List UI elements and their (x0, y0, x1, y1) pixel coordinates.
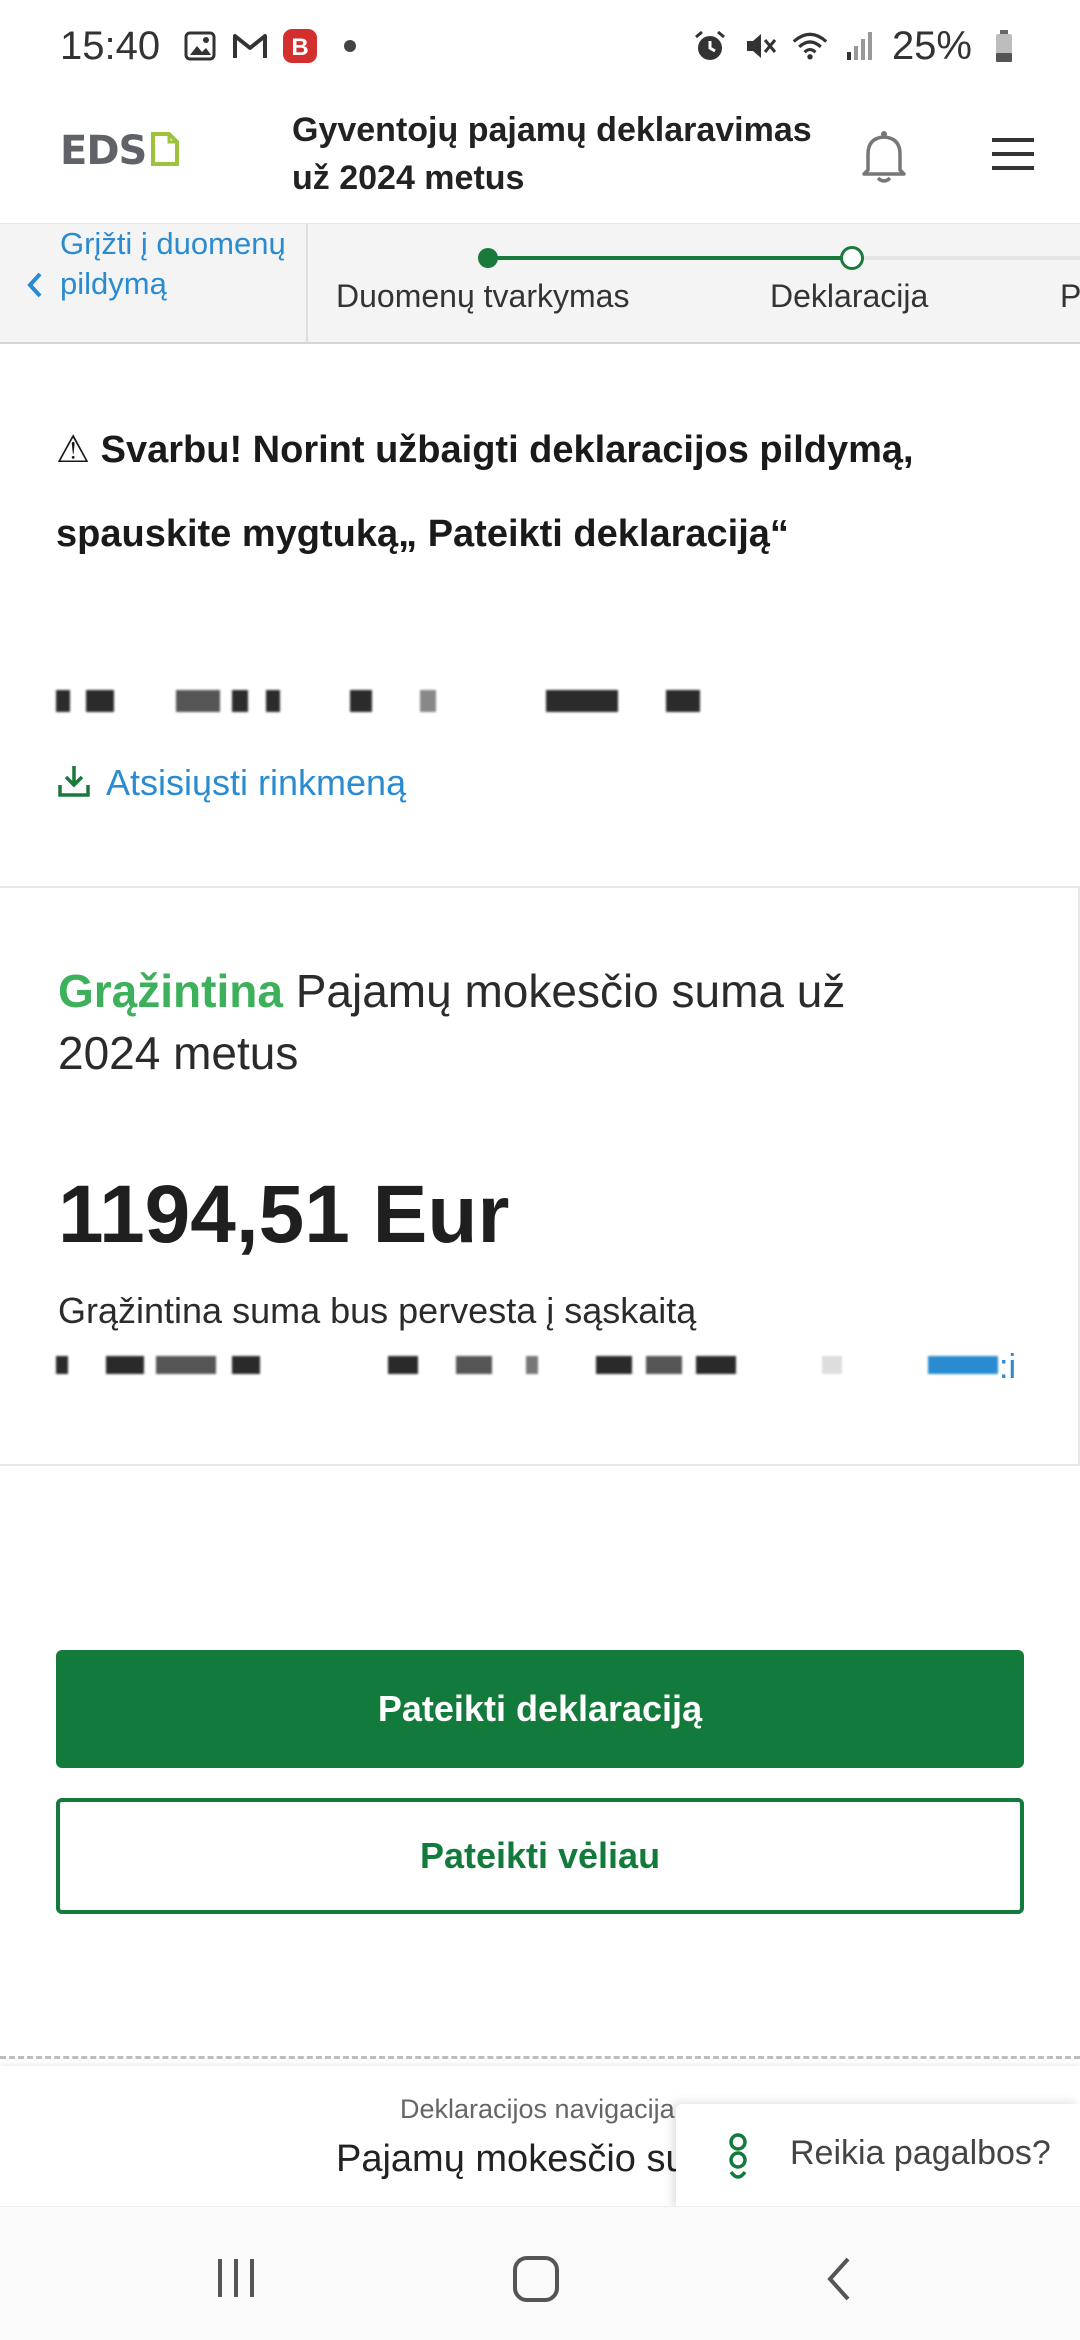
back-to-data-entry-link[interactable]: Grįžti į duomenų pildymą (0, 224, 308, 342)
signal-icon (842, 28, 878, 64)
step-next-truncated[interactable]: P (1060, 278, 1080, 315)
gmail-icon (232, 28, 268, 64)
declaration-navigation-label: Deklaracijos navigacija (400, 2094, 675, 2124)
redacted-account-number: :i (56, 1348, 1016, 1386)
logo-text: EDS (60, 128, 147, 174)
help-label: Reikia pagalbos? (790, 2134, 1051, 2172)
help-widget-button[interactable]: Reikia pagalbos? (676, 2104, 1080, 2210)
mute-icon (742, 28, 778, 64)
download-icon (56, 763, 92, 804)
step-navigation: Grįžti į duomenų pildymą Duomenų tvarkym… (0, 224, 1080, 344)
recents-icon[interactable] (214, 2257, 258, 2299)
dot-icon (332, 28, 368, 64)
svg-text:B: B (291, 34, 308, 61)
warning-text: ⚠ Svarbu! Norint užbaigti deklaracijos p… (56, 429, 914, 555)
submit-later-button[interactable]: Pateikti vėliau (56, 1798, 1024, 1914)
eds-logo[interactable]: EDS (60, 128, 180, 174)
download-file-link[interactable]: Atsisiųsti rinkmeną (56, 762, 406, 804)
system-navigation-bar (0, 2206, 1080, 2340)
refund-status-word: Grąžintina (58, 965, 283, 1017)
step-data-management[interactable]: Duomenų tvarkymas (336, 278, 629, 315)
notification-b-icon: B (282, 28, 318, 64)
battery-percent: 25% (891, 23, 972, 68)
summary-title: Grąžintina Pajamų mokesčio suma už 2024 … (58, 960, 958, 1084)
status-bar: 15:40 B 25% (0, 0, 1080, 92)
wifi-icon (792, 28, 828, 64)
dashed-divider (0, 2056, 1080, 2059)
important-warning: ⚠ Svarbu! Norint užbaigti deklaracijos p… (56, 408, 1016, 576)
image-icon (182, 28, 218, 64)
notifications-bell-icon[interactable] (856, 128, 912, 188)
app-header: EDS Gyventojų pajamų deklaravimas už 202… (0, 92, 1080, 224)
back-link-label: Grįžti į duomenų pildymą (60, 226, 286, 301)
step-remaining-line (850, 256, 1080, 260)
refund-transfer-note: Grąžintina suma bus pervesta į sąskaitą (58, 1290, 697, 1331)
tax-summary-card: Grąžintina Pajamų mokesčio suma už 2024 … (0, 886, 1080, 1466)
step-progress-line (488, 256, 848, 260)
status-system-icons: 25% (692, 24, 1022, 69)
download-label: Atsisiųsti rinkmeną (106, 762, 407, 803)
status-time: 15:40 (60, 23, 161, 68)
account-link-tail[interactable]: :i (999, 1348, 1016, 1387)
status-notification-icons: B (182, 28, 368, 64)
page-title: Gyventojų pajamų deklaravimas už 2024 me… (292, 111, 812, 197)
step-declaration[interactable]: Deklaracija (770, 278, 928, 315)
step-dot-current (840, 246, 864, 270)
home-icon[interactable] (512, 2255, 560, 2303)
help-chat-icon (720, 2132, 756, 2186)
stepper-steps: Duomenų tvarkymas Deklaracija P (308, 224, 1080, 342)
logo-document-icon (150, 131, 180, 171)
battery-icon (986, 28, 1022, 64)
alarm-icon (692, 28, 728, 64)
declaration-navigation-value[interactable]: Pajamų mokesčio su (336, 2138, 687, 2181)
submit-declaration-button[interactable]: Pateikti deklaraciją (56, 1650, 1024, 1768)
hamburger-menu-icon[interactable] (990, 134, 1038, 174)
chevron-left-icon (24, 270, 46, 300)
back-icon[interactable] (824, 2255, 854, 2303)
step-dot-completed (478, 248, 498, 268)
refund-amount: 1194,51 Eur (58, 1169, 510, 1260)
